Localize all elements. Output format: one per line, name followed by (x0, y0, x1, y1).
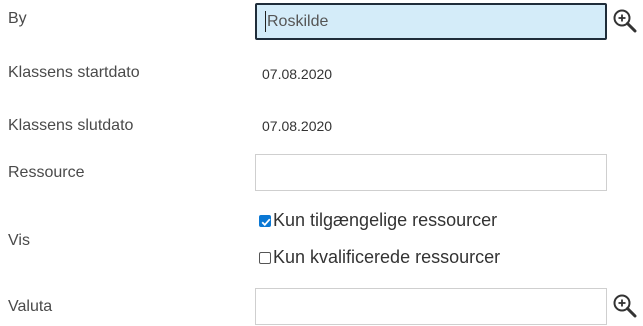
ressource-field[interactable] (255, 154, 607, 191)
text-caret (265, 11, 266, 32)
zoom-in-icon (613, 9, 637, 33)
slutdato-label: Klassens slutdato (8, 117, 134, 134)
valuta-label: Valuta (8, 298, 53, 315)
checkbox-tilgaengelige[interactable] (259, 215, 271, 227)
startdato-label: Klassens startdato (8, 64, 140, 81)
by-lookup-button[interactable] (610, 6, 640, 36)
checkbox-row-kvalificerede[interactable]: Kun kvalificerede ressourcer (259, 247, 500, 268)
zoom-in-icon (613, 294, 637, 318)
by-field-value: Roskilde (267, 13, 329, 30)
checkbox-row-tilgaengelige[interactable]: Kun tilgængelige ressourcer (259, 210, 497, 231)
checkbox-kvalificerede[interactable] (259, 252, 271, 264)
ressource-label: Ressource (8, 164, 85, 181)
checkmark-icon (261, 218, 271, 227)
slutdato-value: 07.08.2020 (262, 118, 333, 134)
checkbox-label-tilgaengelige: Kun tilgængelige ressourcer (273, 210, 498, 230)
checkbox-label-kvalificerede: Kun kvalificerede ressourcer (273, 247, 501, 267)
valuta-field[interactable] (255, 288, 607, 325)
by-label: By (8, 10, 27, 27)
startdato-value: 07.08.2020 (262, 66, 333, 82)
vis-label: Vis (8, 232, 30, 249)
valuta-lookup-button[interactable] (610, 291, 640, 321)
by-field[interactable]: Roskilde (255, 3, 607, 40)
